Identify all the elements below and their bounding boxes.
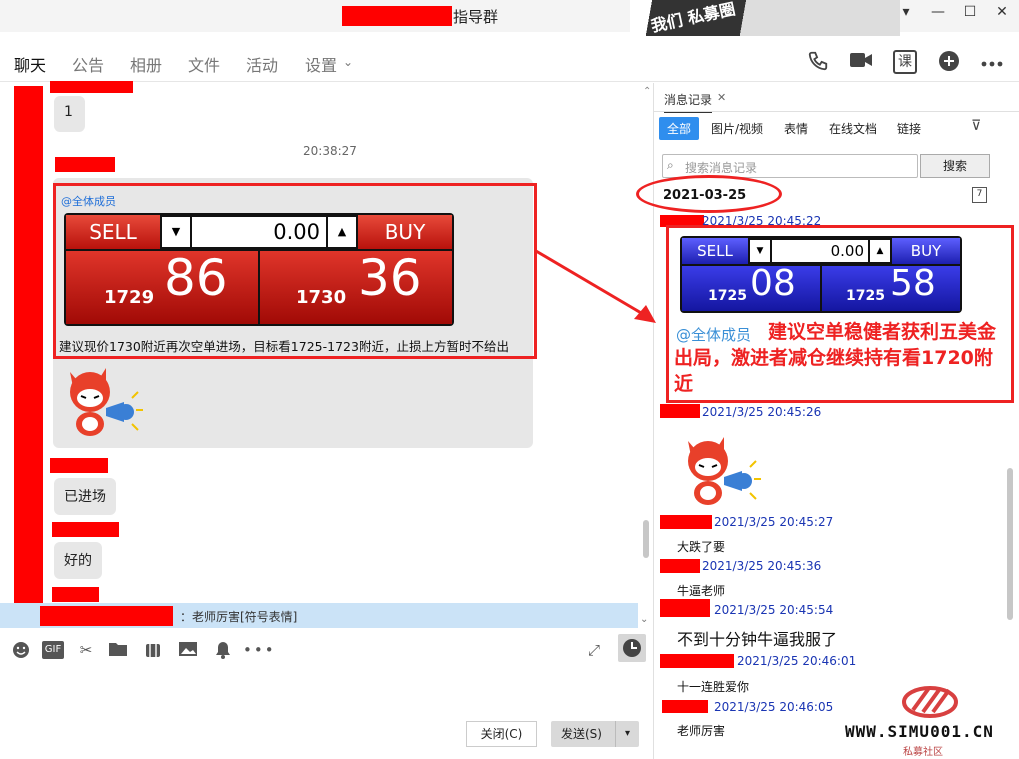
close-window-icon[interactable]: ✕	[993, 4, 1011, 20]
history-message: 牛逼老师	[677, 584, 726, 598]
history-search-button[interactable]: 搜索	[920, 154, 990, 178]
watermark-logo-icon	[902, 686, 958, 718]
redacted-sender	[660, 404, 700, 418]
reply-preview-text: ：老师厉害[符号表情]	[180, 610, 298, 624]
maximize-icon[interactable]: ☐	[961, 4, 979, 20]
tab-message-history[interactable]: 消息记录	[664, 91, 713, 113]
filter-settings-icon[interactable]: ⊽	[971, 118, 981, 134]
more-icon[interactable]	[980, 50, 1004, 74]
send-button[interactable]: 发送(S) ▾	[551, 721, 639, 747]
message-bubble: 1	[54, 96, 85, 132]
close-button[interactable]: 关闭(C)	[466, 721, 537, 747]
tab-settings[interactable]: 设置	[305, 52, 337, 76]
collapse-icon[interactable]: ⌃	[643, 86, 651, 97]
settings-chevron-down-icon[interactable]: ⌄	[343, 55, 353, 69]
emoji-icon[interactable]	[11, 641, 31, 659]
redacted-sender	[55, 157, 115, 172]
highlight-frame	[666, 225, 1014, 403]
redacted-sender	[50, 458, 108, 473]
close-history-icon[interactable]: ✕	[717, 91, 726, 104]
more-tools-icon[interactable]: •••	[243, 641, 274, 659]
message-text: 1	[64, 104, 73, 120]
gif-icon[interactable]: GIF	[42, 641, 64, 659]
promo-banner: 我们 私募圈	[630, 0, 900, 36]
redacted-sender	[660, 515, 712, 529]
image-icon[interactable]	[178, 641, 198, 659]
history-panel: 消息记录 ✕ 全部 图片/视频 表情 在线文档 链接 ⊽ 搜索消息记录 ⌕ 搜索…	[636, 83, 1019, 759]
chat-scrollbar[interactable]	[643, 520, 649, 558]
scissors-icon[interactable]: ✂	[76, 641, 96, 659]
history-message: 十一连胜爱你	[677, 680, 750, 694]
filter-media[interactable]: 图片/视频	[711, 120, 763, 137]
message-bubble: 已进场	[54, 478, 116, 515]
add-icon[interactable]	[937, 50, 961, 74]
message-meta: 2021/3/25 20:45:27	[714, 515, 834, 529]
redacted-avatar-column	[14, 86, 43, 626]
redacted-sender	[52, 587, 99, 602]
message-meta: 2021/3/25 20:45:36	[702, 559, 822, 573]
phone-icon[interactable]	[806, 50, 830, 74]
tab-album[interactable]: 相册	[130, 52, 162, 76]
history-message: 老师厉害	[677, 724, 726, 738]
send-label: 发送(S)	[561, 727, 602, 741]
window-controls: ▾ — ☐ ✕	[897, 4, 1011, 20]
fox-mascot-sticker	[62, 362, 144, 438]
screenshot-icon[interactable]	[143, 641, 163, 659]
history-scrollbar[interactable]	[1007, 468, 1013, 620]
collapse-icon[interactable]: ⌄	[640, 614, 648, 625]
redacted-sender	[660, 599, 710, 617]
send-options-chevron-icon[interactable]: ▾	[615, 721, 639, 747]
tab-activity[interactable]: 活动	[246, 52, 278, 76]
history-message: 不到十分钟牛逼我服了	[677, 630, 838, 649]
watermark-subtitle: 私募社区	[903, 747, 943, 758]
minimize-icon[interactable]: —	[929, 4, 947, 20]
filter-stickers[interactable]: 表情	[784, 120, 808, 137]
message-meta: 2021/3/25 20:46:01	[737, 654, 857, 668]
tab-announcement[interactable]: 公告	[72, 52, 104, 76]
highlight-frame	[53, 183, 537, 359]
message-meta: 2021/3/25 20:45:54	[714, 603, 834, 617]
search-icon: ⌕	[667, 158, 674, 172]
tab-chat[interactable]: 聊天	[14, 52, 47, 86]
banner-text: 我们 私募圈	[649, 0, 737, 36]
annotation-arrow-icon	[535, 249, 656, 323]
lesson-icon[interactable]: 课	[893, 50, 917, 74]
message-meta: 2021/3/25 20:45:26	[702, 405, 822, 419]
site-watermark: WWW.SIMU001.CN 私募社区	[845, 680, 1019, 759]
message-text: 已进场	[64, 489, 106, 505]
redacted-sender	[660, 654, 734, 668]
fox-mascot-sticker	[680, 431, 762, 507]
filter-links[interactable]: 链接	[897, 120, 921, 137]
expand-icon[interactable]: ⤢	[584, 641, 604, 659]
history-message: 大跌了要	[677, 540, 726, 554]
redacted-sender	[50, 81, 133, 93]
window-title: 指导群	[453, 8, 499, 26]
calendar-icon[interactable]: 7	[972, 187, 987, 203]
filter-docs[interactable]: 在线文档	[829, 120, 877, 137]
nav-bar: 聊天 公告 相册 文件 活动 设置 ⌄ 课	[0, 36, 1019, 86]
redacted-sender	[52, 522, 119, 537]
watermark-text: WWW.SIMU001.CN	[845, 722, 994, 741]
message-bubble: 好的	[54, 542, 102, 579]
redacted-sender	[660, 559, 700, 573]
bell-icon[interactable]	[213, 641, 233, 659]
folder-icon[interactable]	[108, 641, 128, 659]
message-timestamp: 20:38:27	[303, 144, 357, 158]
menu-dropdown-icon[interactable]: ▾	[897, 4, 915, 20]
redacted-group-name	[342, 6, 452, 26]
redacted-reply-sender	[40, 606, 173, 626]
video-call-icon[interactable]	[849, 50, 873, 74]
tab-files[interactable]: 文件	[188, 52, 220, 76]
redacted-sender	[662, 700, 708, 713]
date-highlight-circle	[636, 175, 782, 213]
message-meta: 2021/3/25 20:46:05	[714, 700, 834, 714]
filter-all[interactable]: 全部	[659, 117, 700, 140]
history-clock-icon[interactable]	[618, 634, 646, 662]
message-text: 好的	[64, 553, 92, 569]
